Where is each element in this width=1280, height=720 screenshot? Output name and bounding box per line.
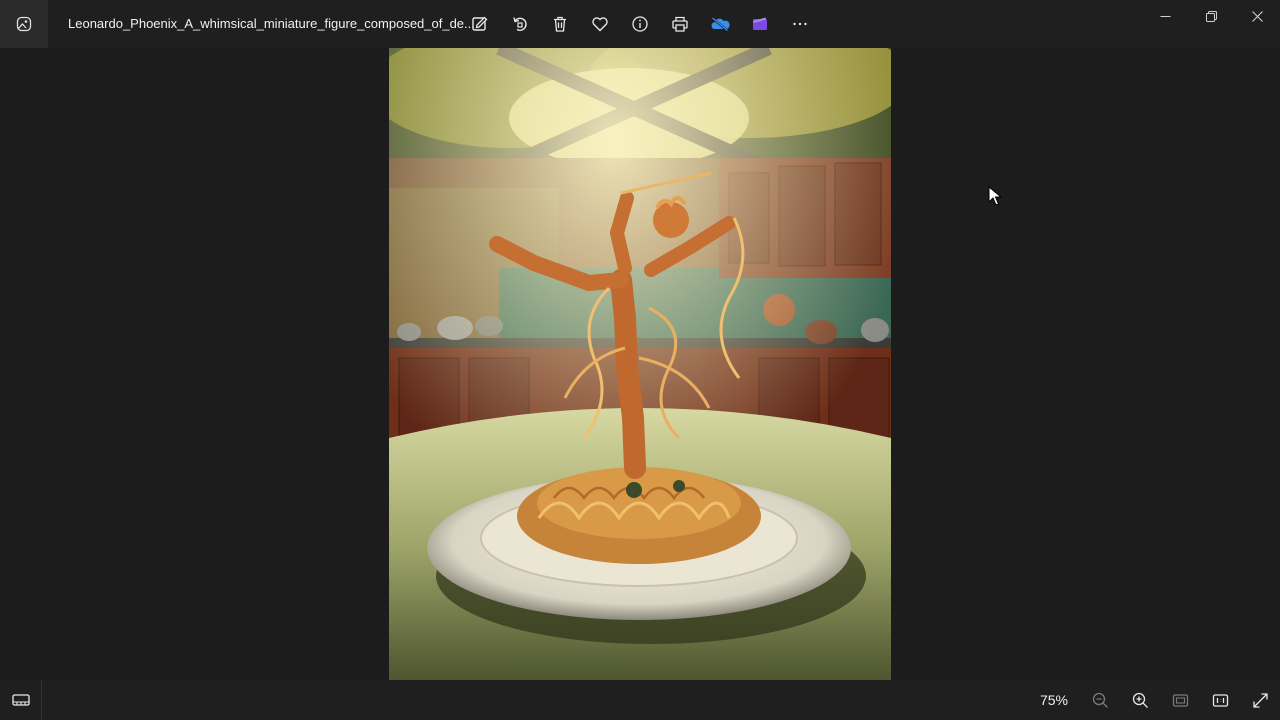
displayed-photo[interactable] <box>389 48 891 680</box>
zoom-out-icon <box>1092 692 1108 708</box>
rotate-button[interactable] <box>500 4 540 44</box>
restore-button[interactable] <box>1188 0 1234 32</box>
fullscreen-button[interactable] <box>1240 680 1280 720</box>
photos-icon <box>16 16 32 32</box>
favorite-button[interactable] <box>580 4 620 44</box>
file-info-icon <box>632 16 648 32</box>
clipchamp-button[interactable] <box>740 4 780 44</box>
window-controls <box>1142 0 1280 32</box>
actual-size-button[interactable] <box>1200 680 1240 720</box>
status-bar: 75% <box>0 680 1280 720</box>
zoom-in-icon <box>1132 692 1148 708</box>
more-options-button[interactable] <box>780 4 820 44</box>
delete-icon <box>554 16 566 32</box>
onedrive-button[interactable] <box>700 4 740 44</box>
spaghetti-dancer-image <box>389 48 891 680</box>
edit-image-icon <box>472 16 488 31</box>
close-icon <box>1251 10 1263 22</box>
fit-window-icon <box>1172 693 1188 707</box>
fit-to-window-button[interactable] <box>1160 680 1200 720</box>
edit-image-button[interactable] <box>460 4 500 44</box>
favorite-heart-icon <box>592 17 608 32</box>
print-icon <box>672 16 688 32</box>
filmstrip-icon <box>11 694 30 706</box>
zoom-level-label[interactable]: 75% <box>1032 692 1076 708</box>
delete-button[interactable] <box>540 4 580 44</box>
more-options-icon <box>793 22 807 26</box>
actual-size-icon <box>1212 693 1228 707</box>
expand-fullscreen-icon <box>1252 692 1268 708</box>
minimize-icon <box>1160 15 1170 17</box>
photos-app-icon[interactable] <box>0 0 48 48</box>
onedrive-cloud-icon <box>711 17 730 32</box>
title-bar: Leonardo_Phoenix_A_whimsical_miniature_f… <box>0 0 1280 48</box>
zoom-in-button[interactable] <box>1120 680 1160 720</box>
file-info-button[interactable] <box>620 4 660 44</box>
image-toolbar <box>460 4 820 44</box>
image-viewer-canvas[interactable] <box>0 48 1280 680</box>
restore-icon <box>1205 10 1217 22</box>
zoom-controls: 75% <box>1032 680 1280 720</box>
minimize-button[interactable] <box>1142 0 1188 32</box>
mouse-pointer-icon <box>988 186 1002 206</box>
file-name-title: Leonardo_Phoenix_A_whimsical_miniature_f… <box>68 16 475 31</box>
close-button[interactable] <box>1234 0 1280 32</box>
print-button[interactable] <box>660 4 700 44</box>
rotate-icon <box>513 17 527 31</box>
zoom-out-button[interactable] <box>1080 680 1120 720</box>
filmstrip-toggle-button[interactable] <box>0 680 42 720</box>
clipchamp-icon <box>753 17 767 30</box>
